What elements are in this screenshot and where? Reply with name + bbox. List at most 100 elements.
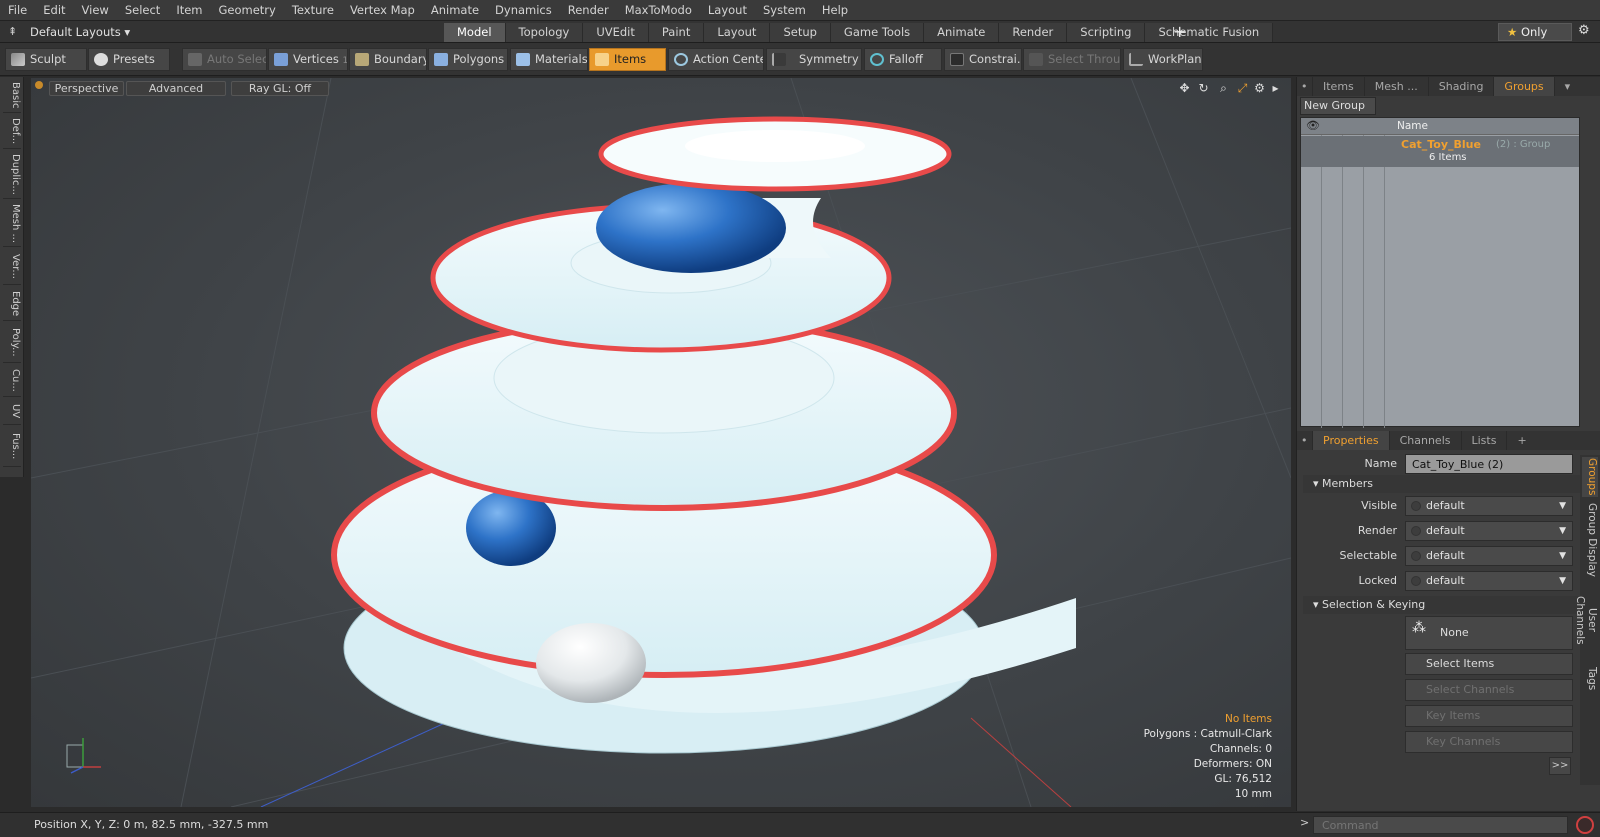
- side-tab-groups[interactable]: Groups: [1582, 457, 1598, 497]
- viewport-dot-icon[interactable]: [35, 81, 43, 89]
- pan-icon[interactable]: ✥: [1178, 82, 1191, 95]
- tab-lists[interactable]: Lists: [1462, 431, 1508, 450]
- fit-icon[interactable]: ⤢: [1236, 82, 1249, 95]
- workplane-button[interactable]: WorkPlane: [1123, 48, 1203, 71]
- more-button[interactable]: >>: [1549, 757, 1571, 775]
- tab-animate[interactable]: Animate: [924, 23, 1000, 42]
- menu-layout[interactable]: Layout: [700, 0, 755, 21]
- constraints-button[interactable]: Constrai...: [944, 48, 1022, 71]
- new-group-button[interactable]: New Group: [1300, 97, 1376, 115]
- tab-properties[interactable]: Properties: [1313, 431, 1390, 450]
- tab-schematic-fusion[interactable]: Schematic Fusion: [1145, 23, 1274, 42]
- tabs-dropdown-icon[interactable]: ▾: [1555, 77, 1581, 96]
- advanced-dropdown[interactable]: Advanced: [126, 81, 226, 96]
- zoom-icon[interactable]: ⌕: [1217, 82, 1230, 95]
- command-input[interactable]: [1313, 816, 1568, 834]
- menu-vertex-map[interactable]: Vertex Map: [342, 0, 423, 21]
- symmetry-button[interactable]: Symmetry: [766, 48, 862, 71]
- eye-icon[interactable]: 👁: [1306, 119, 1320, 132]
- boundary-button[interactable]: Boundary: [349, 48, 427, 71]
- tab-scripting[interactable]: Scripting: [1067, 23, 1146, 42]
- side-tab-user-channels[interactable]: User Channels: [1574, 583, 1598, 657]
- menu-file[interactable]: File: [0, 0, 35, 21]
- left-tab-basic[interactable]: Basic: [3, 79, 21, 113]
- tab-layout[interactable]: Layout: [704, 23, 771, 42]
- menu-system[interactable]: System: [755, 0, 814, 21]
- tab-paint[interactable]: Paint: [648, 23, 705, 42]
- left-tab-mesh[interactable]: Mesh ...: [3, 201, 21, 247]
- name-field[interactable]: [1405, 454, 1573, 474]
- menu-edit[interactable]: Edit: [35, 0, 73, 21]
- tab-setup[interactable]: Setup: [770, 23, 831, 42]
- key-channels-button[interactable]: Key Channels: [1405, 731, 1573, 753]
- tab-render[interactable]: Render: [999, 23, 1068, 42]
- add-panel-tab-icon[interactable]: +: [1507, 431, 1536, 450]
- menu-dynamics[interactable]: Dynamics: [487, 0, 560, 21]
- menu-help[interactable]: Help: [814, 0, 856, 21]
- tab-items[interactable]: Items: [1313, 77, 1365, 96]
- add-tab-icon[interactable]: +: [1173, 22, 1186, 41]
- selection-keying-section[interactable]: ▾ Selection & Keying: [1303, 596, 1581, 614]
- left-tab-edge[interactable]: Edge: [3, 287, 21, 321]
- locked-dropdown[interactable]: default ▼: [1405, 571, 1573, 591]
- menu-texture[interactable]: Texture: [284, 0, 342, 21]
- tab-groups[interactable]: Groups: [1494, 77, 1555, 96]
- left-tab-uv[interactable]: UV: [3, 399, 21, 425]
- tab-shading[interactable]: Shading: [1429, 77, 1495, 96]
- left-tab-deform[interactable]: Def...: [3, 115, 21, 149]
- none-button[interactable]: ⁂ None: [1405, 616, 1573, 650]
- tab-model[interactable]: Model: [444, 23, 506, 42]
- key-items-button[interactable]: Key Items: [1405, 705, 1573, 727]
- members-section[interactable]: ▾ Members: [1303, 475, 1581, 493]
- vertices-button[interactable]: Vertices 1: [268, 48, 348, 71]
- tab-game-tools[interactable]: Game Tools: [830, 23, 925, 42]
- side-tab-group-display[interactable]: Group Display: [1582, 503, 1598, 577]
- default-layouts-dropdown[interactable]: Default Layouts ▾: [30, 24, 130, 40]
- viewport-gear-icon[interactable]: ⚙: [1253, 82, 1266, 95]
- selectable-value: default: [1426, 549, 1465, 562]
- raygl-dropdown[interactable]: Ray GL: Off: [231, 81, 329, 96]
- cat-toy-model[interactable]: [331, 116, 1076, 754]
- menu-animate[interactable]: Animate: [423, 0, 487, 21]
- left-tab-fusion[interactable]: Fus...: [3, 427, 21, 467]
- left-tab-polygon[interactable]: Poly...: [3, 323, 21, 363]
- action-center-button[interactable]: Action Center: [668, 48, 764, 71]
- left-tab-curve[interactable]: Cu...: [3, 365, 21, 397]
- side-tab-tags[interactable]: Tags: [1582, 663, 1598, 695]
- tab-topology[interactable]: Topology: [505, 23, 584, 42]
- group-row[interactable]: Cat_Toy_Blue (2) : Group 6 Items: [1301, 136, 1579, 167]
- left-tab-duplicate[interactable]: Duplic...: [3, 151, 21, 199]
- menu-item[interactable]: Item: [168, 0, 210, 21]
- tab-channels[interactable]: Channels: [1390, 431, 1462, 450]
- polygons-button[interactable]: Polygons: [428, 48, 508, 71]
- falloff-button[interactable]: Falloff: [864, 48, 942, 71]
- 3d-viewport[interactable]: [31, 78, 1291, 807]
- auto-select-button[interactable]: Auto Select: [182, 48, 267, 71]
- perspective-dropdown[interactable]: Perspective: [49, 81, 124, 96]
- menu-view[interactable]: View: [74, 0, 117, 21]
- x-axis-line: [970, 717, 1072, 807]
- select-channels-button[interactable]: Select Channels: [1405, 679, 1573, 701]
- menu-geometry[interactable]: Geometry: [211, 0, 284, 21]
- presets-button[interactable]: Presets: [88, 48, 170, 71]
- collapse-icon[interactable]: ⇞: [8, 25, 17, 38]
- rotate-icon[interactable]: ↻: [1197, 82, 1210, 95]
- tab-mesh[interactable]: Mesh ...: [1365, 77, 1429, 96]
- sculpt-button[interactable]: Sculpt: [5, 48, 87, 71]
- menu-render[interactable]: Render: [560, 0, 617, 21]
- gear-icon[interactable]: ⚙: [1578, 23, 1590, 38]
- materials-button[interactable]: Materials: [510, 48, 588, 71]
- left-tab-vertex[interactable]: Ver...: [3, 249, 21, 285]
- only-button[interactable]: ★ Only: [1498, 23, 1572, 41]
- viewport-menu-icon[interactable]: ▸: [1269, 82, 1282, 95]
- record-icon[interactable]: [1576, 816, 1594, 834]
- tab-uvedit[interactable]: UVEdit: [583, 23, 649, 42]
- select-through-button[interactable]: Select Through: [1023, 48, 1121, 71]
- render-dropdown[interactable]: default ▼: [1405, 521, 1573, 541]
- menu-select[interactable]: Select: [117, 0, 168, 21]
- menu-maxtomodo[interactable]: MaxToModo: [617, 0, 700, 21]
- selectable-dropdown[interactable]: default ▼: [1405, 546, 1573, 566]
- select-items-button[interactable]: Select Items: [1405, 653, 1573, 675]
- visible-dropdown[interactable]: default ▼: [1405, 496, 1573, 516]
- items-button[interactable]: Items 5: [589, 48, 666, 71]
